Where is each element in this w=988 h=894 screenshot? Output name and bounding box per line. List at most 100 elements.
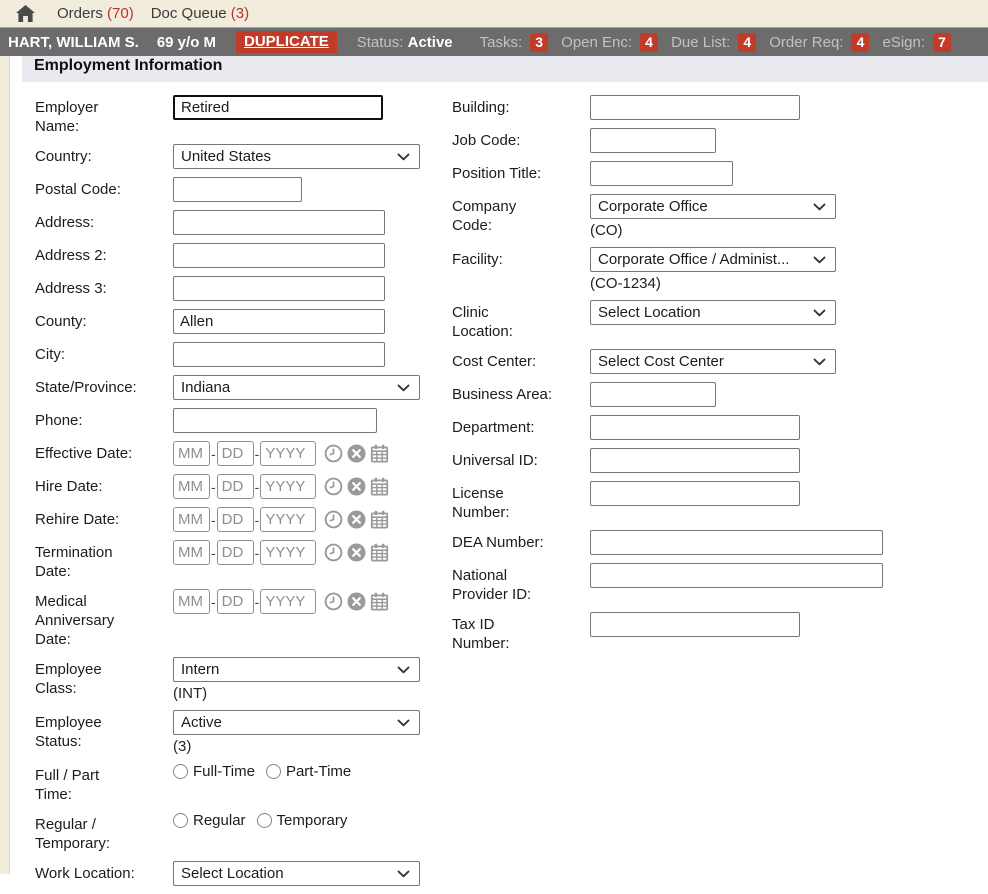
home-icon[interactable] xyxy=(15,4,36,24)
regular-temporary-option-temporary[interactable]: Temporary xyxy=(257,812,348,829)
rehire-date-dd-input[interactable] xyxy=(217,507,254,532)
effective-date-mm-input[interactable] xyxy=(173,441,210,466)
cost-center-select[interactable]: Select Cost Center xyxy=(590,349,836,374)
regular-temporary-radio[interactable] xyxy=(257,813,272,828)
chevron-down-icon xyxy=(397,666,410,674)
national-provider-id-input[interactable] xyxy=(590,563,883,588)
company-code-select[interactable]: Corporate Office xyxy=(590,194,836,219)
full-part-time-option-part-time[interactable]: Part-Time xyxy=(266,763,351,780)
field-address-3: Address 3: xyxy=(35,276,452,301)
termination-date-dd-input[interactable] xyxy=(217,540,254,565)
dea-number-input[interactable] xyxy=(590,530,883,555)
postal-code-input[interactable] xyxy=(173,177,302,202)
rehire-date-clock-icon[interactable] xyxy=(324,510,343,529)
termination-date-calendar-icon[interactable] xyxy=(370,543,389,562)
address-2-label: Address 2: xyxy=(35,243,141,265)
patient-age-sex: 69 y/o M xyxy=(157,34,216,51)
section-title-band: Employment Information xyxy=(22,56,988,82)
facility-code-note: (CO-1234) xyxy=(590,275,836,292)
county-input[interactable] xyxy=(173,309,385,334)
hire-date-clock-icon[interactable] xyxy=(324,477,343,496)
employee-status-select[interactable]: Active xyxy=(173,710,420,735)
employee-class-select[interactable]: Intern xyxy=(173,657,420,682)
license-number-input[interactable] xyxy=(590,481,800,506)
rehire-date-clear-icon[interactable] xyxy=(347,510,366,529)
hire-date-calendar-icon[interactable] xyxy=(370,477,389,496)
employer-name-input[interactable] xyxy=(173,95,383,120)
rehire-date-mm-input[interactable] xyxy=(173,507,210,532)
termination-date-clock-icon[interactable] xyxy=(324,543,343,562)
address-2-input[interactable] xyxy=(173,243,385,268)
top-link-doc-queue[interactable]: Doc Queue (3) xyxy=(151,5,249,22)
field-employer-name: Employer Name: xyxy=(35,95,452,136)
state-province-select[interactable]: Indiana xyxy=(173,375,420,400)
building-input[interactable] xyxy=(590,95,800,120)
medical-anniversary-date-clock-icon[interactable] xyxy=(324,592,343,611)
medical-anniversary-date-clear-icon[interactable] xyxy=(347,592,366,611)
counter-badge[interactable]: 7 xyxy=(933,33,951,52)
hire-date-yyyy-input[interactable] xyxy=(260,474,316,499)
termination-date-mm-input[interactable] xyxy=(173,540,210,565)
full-part-time-radio[interactable] xyxy=(266,764,281,779)
effective-date-clear-icon[interactable] xyxy=(347,444,366,463)
duplicate-badge[interactable]: DUPLICATE xyxy=(236,31,337,53)
facility-select[interactable]: Corporate Office / Administ... xyxy=(590,247,836,272)
phone-input[interactable] xyxy=(173,408,377,433)
field-address: Address: xyxy=(35,210,452,235)
clinic-location-select[interactable]: Select Location xyxy=(590,300,836,325)
work-location-label: Work Location: xyxy=(35,861,141,883)
rehire-date-calendar-icon[interactable] xyxy=(370,510,389,529)
medical-anniversary-date-yyyy-input[interactable] xyxy=(260,589,316,614)
clinic-location-selected-value: Select Location xyxy=(598,304,701,321)
cost-center-selected-value: Select Cost Center xyxy=(598,353,724,370)
full-part-time-option-full-time[interactable]: Full-Time xyxy=(173,763,255,780)
employee-status-label: Employee Status: xyxy=(35,710,141,751)
address-3-label: Address 3: xyxy=(35,276,141,298)
position-title-input[interactable] xyxy=(590,161,733,186)
hire-date-dd-input[interactable] xyxy=(217,474,254,499)
tax-id-number-input[interactable] xyxy=(590,612,800,637)
counter-due-list: Due List:4 xyxy=(671,33,756,52)
counter-badge[interactable]: 3 xyxy=(530,33,548,52)
address-input[interactable] xyxy=(173,210,385,235)
regular-temporary-radio[interactable] xyxy=(173,813,188,828)
field-employee-status: Employee Status:Active (3) xyxy=(35,710,452,755)
date-separator: - xyxy=(211,479,216,495)
patient-counters: Tasks:3Open Enc:4Due List:4Order Req:4eS… xyxy=(467,33,951,52)
effective-date-yyyy-input[interactable] xyxy=(260,441,316,466)
building-label: Building: xyxy=(452,95,558,117)
address-3-input[interactable] xyxy=(173,276,385,301)
hire-date-mm-input[interactable] xyxy=(173,474,210,499)
counter-badge[interactable]: 4 xyxy=(738,33,756,52)
counter-badge[interactable]: 4 xyxy=(851,33,869,52)
business-area-input[interactable] xyxy=(590,382,716,407)
hire-date-clear-icon[interactable] xyxy=(347,477,366,496)
medical-anniversary-date-dd-input[interactable] xyxy=(217,589,254,614)
city-input[interactable] xyxy=(173,342,385,367)
country-select[interactable]: United States xyxy=(173,144,420,169)
field-dea-number: DEA Number: xyxy=(452,530,988,555)
regular-temporary-option-regular[interactable]: Regular xyxy=(173,812,246,829)
medical-anniversary-date-calendar-icon[interactable] xyxy=(370,592,389,611)
date-separator: - xyxy=(211,545,216,561)
effective-date-calendar-icon[interactable] xyxy=(370,444,389,463)
department-input[interactable] xyxy=(590,415,800,440)
job-code-input[interactable] xyxy=(590,128,716,153)
full-part-time-radio[interactable] xyxy=(173,764,188,779)
termination-date-yyyy-input[interactable] xyxy=(260,540,316,565)
full-part-time-label: Full / Part Time: xyxy=(35,763,141,804)
top-link-orders[interactable]: Orders (70) xyxy=(57,5,134,22)
field-department: Department: xyxy=(452,415,988,440)
effective-date-label: Effective Date: xyxy=(35,441,141,463)
counter-label: eSign: xyxy=(882,34,925,51)
counter-badge[interactable]: 4 xyxy=(640,33,658,52)
effective-date-dd-input[interactable] xyxy=(217,441,254,466)
field-national-provider-id: National Provider ID: xyxy=(452,563,988,604)
department-label: Department: xyxy=(452,415,558,437)
termination-date-clear-icon[interactable] xyxy=(347,543,366,562)
page-title: Employment Information xyxy=(34,57,222,75)
medical-anniversary-date-mm-input[interactable] xyxy=(173,589,210,614)
universal-id-input[interactable] xyxy=(590,448,800,473)
effective-date-clock-icon[interactable] xyxy=(324,444,343,463)
rehire-date-yyyy-input[interactable] xyxy=(260,507,316,532)
